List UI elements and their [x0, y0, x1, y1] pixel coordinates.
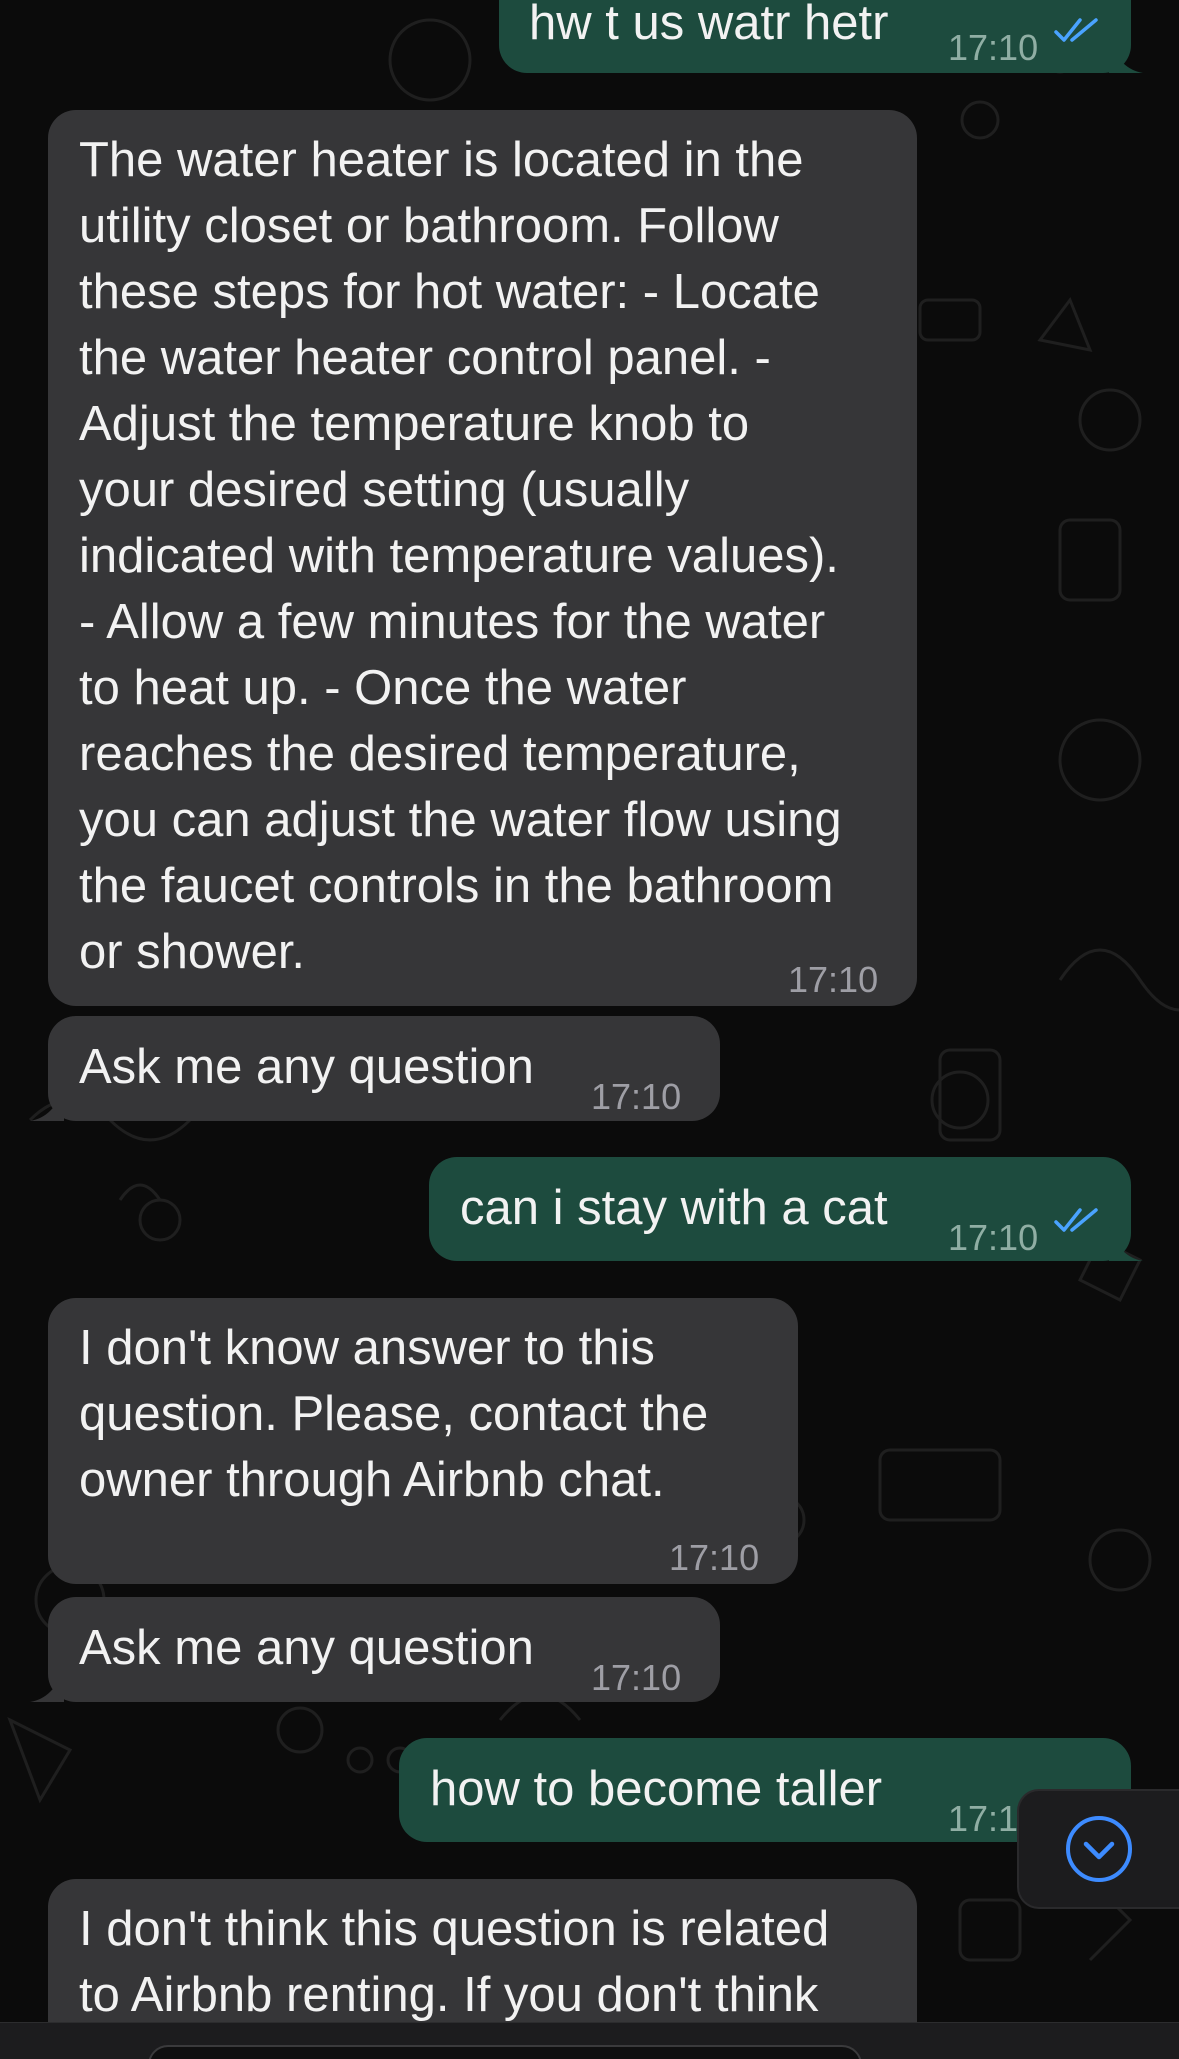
- message-body: The water heater is located in the utili…: [79, 127, 842, 985]
- message-time: 17:10: [591, 1076, 682, 1117]
- scroll-to-bottom-button[interactable]: [1017, 1789, 1179, 1909]
- read-receipt-icon: [1054, 18, 1098, 42]
- chat-screen: hw t us watr hetr 17:10 The water heater…: [0, 0, 1179, 2059]
- message-line: to heat up. - Once the water: [79, 661, 687, 715]
- outgoing-message[interactable]: hw t us watr hetr 17:10: [499, 0, 1143, 73]
- message-time: 17:10: [669, 1537, 760, 1578]
- bubble-tail: [30, 1668, 64, 1702]
- message-text: Ask me any question: [79, 1040, 534, 1094]
- read-receipt-icon: [1054, 1208, 1098, 1232]
- message-line: owner through Airbnb chat.: [79, 1453, 665, 1507]
- message-time: 17:10: [948, 27, 1039, 68]
- incoming-message[interactable]: Ask me any question 17:10: [30, 1016, 720, 1121]
- bubble-tail: [1109, 39, 1143, 73]
- chevron-down-circle-icon: [1066, 1816, 1132, 1882]
- outgoing-message[interactable]: can i stay with a cat 17:10: [429, 1157, 1143, 1261]
- message-time: 17:10: [948, 1217, 1039, 1258]
- message-text: can i stay with a cat: [460, 1181, 888, 1235]
- message-line: The water heater is located in the: [79, 133, 804, 187]
- incoming-message[interactable]: Ask me any question 17:10: [30, 1597, 720, 1702]
- message-body: I don't know answer to this question. Pl…: [79, 1315, 708, 1513]
- message-line: you can adjust the water flow using: [79, 793, 842, 847]
- message-line: - Allow a few minutes for the water: [79, 595, 826, 649]
- message-line: or shower.: [79, 925, 306, 979]
- message-time: 17:1: [948, 1798, 1019, 1839]
- message-line: the water heater control panel. -: [79, 331, 771, 385]
- message-line: utility closet or bathroom. Follow: [79, 199, 779, 253]
- bubble-tail: [30, 1087, 64, 1121]
- message-text: Ask me any question: [79, 1621, 534, 1675]
- message-line: Adjust the temperature knob to: [79, 397, 750, 451]
- message-line: your desired setting (usually: [79, 463, 690, 517]
- message-line: these steps for hot water: - Locate: [79, 265, 820, 319]
- message-input[interactable]: [148, 2045, 862, 2059]
- bubble-tail: [1109, 1227, 1143, 1261]
- message-text: how to become taller: [430, 1762, 883, 1816]
- incoming-message[interactable]: I don't know answer to this question. Pl…: [48, 1298, 798, 1584]
- message-time: 17:10: [788, 959, 879, 1000]
- incoming-message[interactable]: The water heater is located in the utili…: [48, 110, 917, 1006]
- message-composer-bar: [0, 2022, 1179, 2059]
- message-line: to Airbnb renting. If you don't think: [79, 1968, 819, 2022]
- message-time: 17:10: [591, 1657, 682, 1698]
- message-body: I don't think this question is related t…: [79, 1896, 829, 2028]
- message-line: indicated with temperature values).: [79, 529, 839, 583]
- message-line: question. Please, contact the: [79, 1387, 709, 1441]
- message-text: hw t us watr hetr: [529, 0, 889, 50]
- message-line: I don't know answer to this: [79, 1321, 655, 1375]
- message-line: I don't think this question is related: [79, 1902, 830, 1956]
- message-line: the faucet controls in the bathroom: [79, 859, 834, 913]
- message-line: reaches the desired temperature,: [79, 727, 801, 781]
